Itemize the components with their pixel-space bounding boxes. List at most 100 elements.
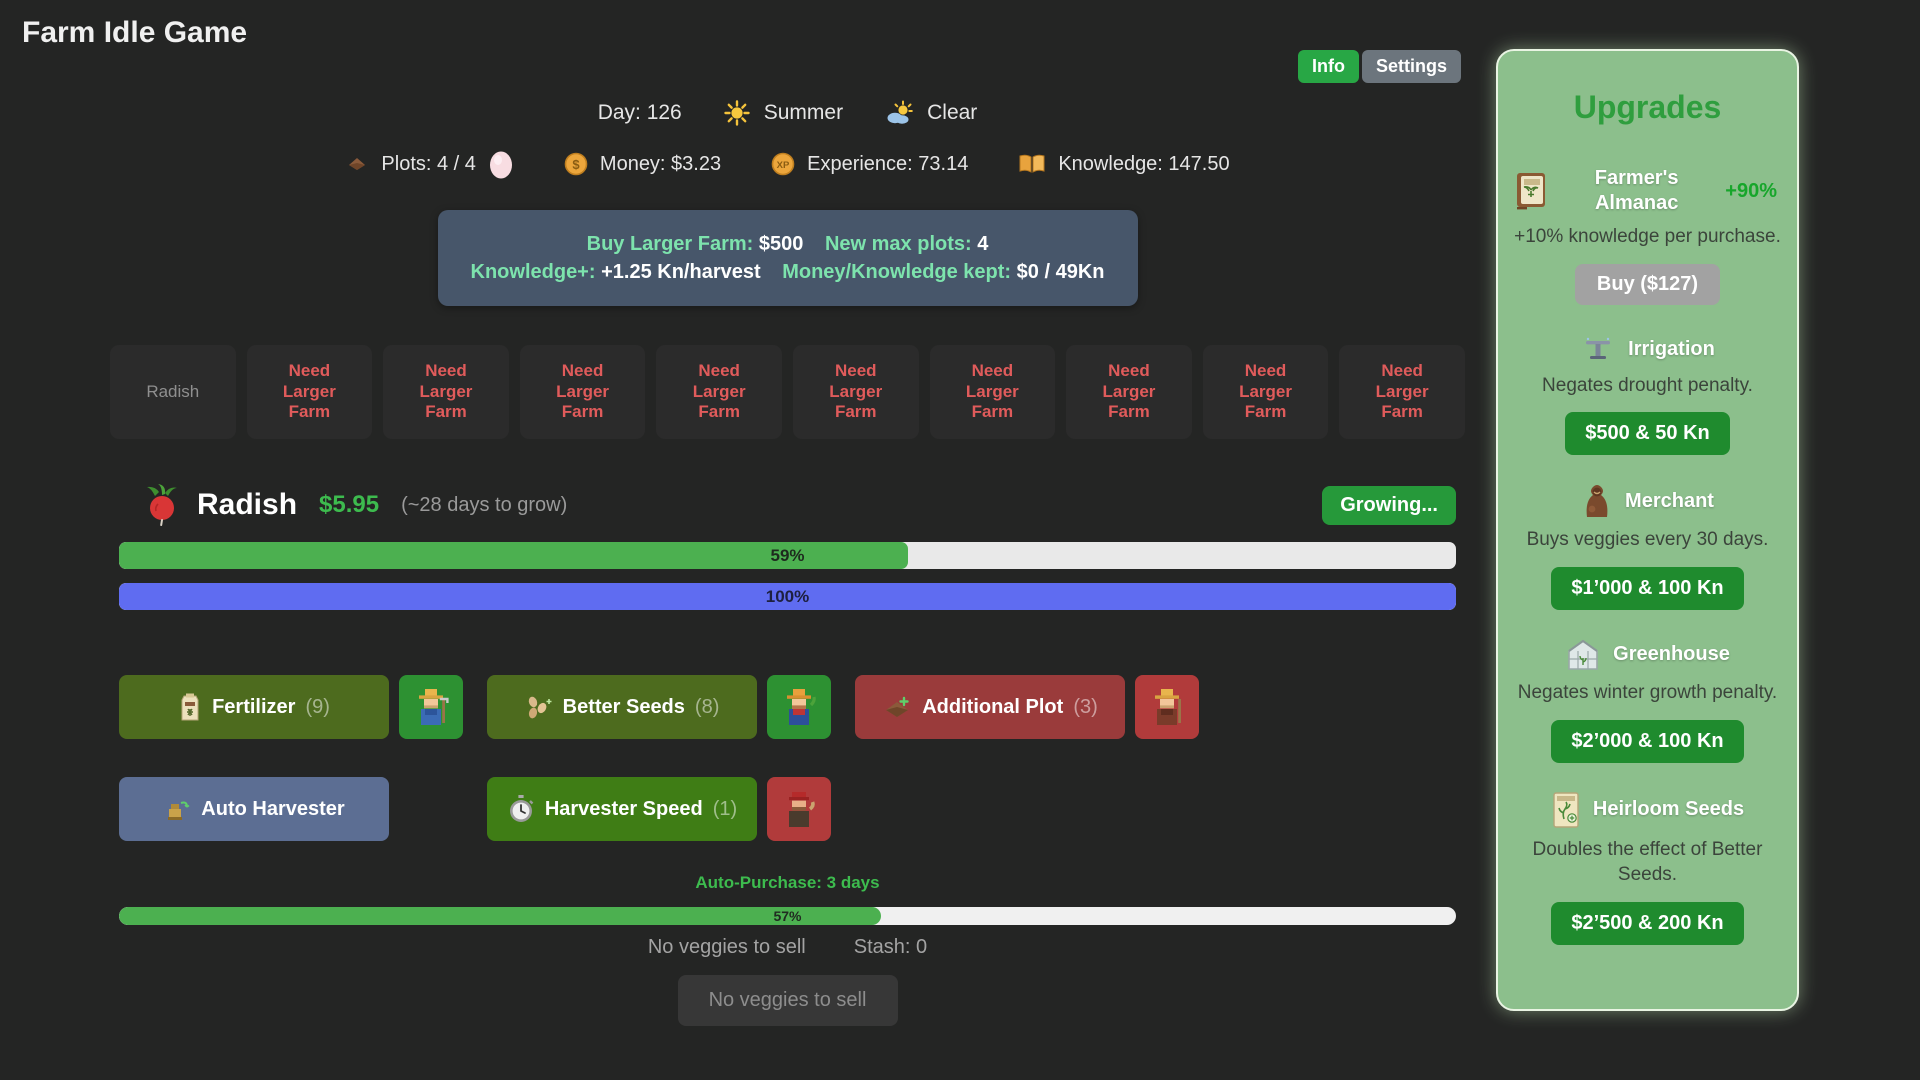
offer-label: Money/Knowledge kept: [782, 261, 1011, 283]
water-progress-bar: 100% [119, 583, 1456, 610]
seed-packet-icon [1551, 791, 1581, 829]
upgrade-description: Negates winter growth penalty. [1514, 680, 1781, 706]
tab-plot-locked[interactable]: Need Larger Farm [1066, 345, 1192, 439]
upgrade-name: Greenhouse [1613, 643, 1730, 666]
additional-plot-button[interactable]: Additional Plot (3) [855, 675, 1125, 739]
upgrade-name: Heirloom Seeds [1593, 798, 1744, 821]
fertilizer-auto-farmer-button[interactable] [399, 675, 463, 739]
auto-purchase-progress-label: 57% [119, 907, 1456, 925]
additional-plot-count: (3) [1073, 696, 1097, 719]
experience-stat: Experience: 73.14 [807, 153, 968, 176]
day-counter: Day: 126 [598, 101, 682, 125]
crop-header: Radish $5.95 (~28 days to grow) Growing.… [119, 484, 1456, 526]
offer-line-2: Knowledge+: +1.25 Kn/harvest Money/Knowl… [463, 261, 1113, 284]
fertilizer-button[interactable]: Fertilizer (9) [119, 675, 389, 739]
no-veggies-status: No veggies to sell [648, 936, 806, 959]
growth-progress-label: 59% [119, 542, 1456, 569]
upgrade-bonus: +90% [1725, 180, 1777, 203]
svg-text:$: $ [572, 157, 580, 172]
offer-value: $0 / 49Kn [1017, 261, 1105, 283]
tab-plot-locked[interactable]: Need Larger Farm [1203, 345, 1329, 439]
water-progress-label: 100% [119, 583, 1456, 610]
tab-plot-locked[interactable]: Need Larger Farm [656, 345, 782, 439]
stash-count: Stash: 0 [854, 936, 927, 959]
sprinkler-icon [1580, 335, 1616, 365]
buy-greenhouse-button[interactable]: $2’000 & 100 Kn [1551, 720, 1743, 763]
sell-veggies-button[interactable]: No veggies to sell [678, 975, 898, 1026]
money-stat: Money: $3.23 [600, 153, 721, 176]
auto-harvester-button[interactable]: Auto Harvester [119, 777, 389, 841]
offer-label: New max plots: [825, 233, 972, 255]
offer-value: 4 [977, 233, 988, 255]
svg-text:XP: XP [777, 160, 790, 171]
farmer-icon [1149, 687, 1185, 727]
plot-icon [345, 155, 369, 173]
merchant-icon [1581, 483, 1613, 519]
radish-icon [145, 484, 179, 526]
farmer-icon [413, 687, 449, 727]
additional-plot-label: Additional Plot [922, 696, 1063, 719]
harvester-speed-button[interactable]: Harvester Speed (1) [487, 777, 757, 841]
status-row: Day: 126 Summer Clear [119, 100, 1456, 126]
additional-plot-auto-farmer-button[interactable] [1135, 675, 1199, 739]
auto-purchase-label: Auto-Purchase: 3 days [119, 873, 1456, 893]
tab-plot-locked[interactable]: Need Larger Farm [247, 345, 373, 439]
stopwatch-icon [507, 794, 535, 824]
sun-icon [724, 100, 750, 126]
harvester-speed-auto-farmer-button[interactable] [767, 777, 831, 841]
upgrade-heirloom-seeds: Heirloom Seeds [1514, 791, 1781, 829]
farmer-icon [781, 789, 817, 829]
main-column: Day: 126 Summer Clear Plots: 4 / 4 $ [119, 0, 1456, 1026]
actions-row-1: Fertilizer (9) Better Seeds (8) [119, 675, 1456, 739]
stats-row: Plots: 4 / 4 $ Money: $3.23 XP Experienc… [119, 148, 1456, 180]
plot-plus-icon [882, 694, 912, 720]
buy-almanac-button[interactable]: Buy ($127) [1575, 264, 1720, 305]
tab-plot-locked[interactable]: Need Larger Farm [793, 345, 919, 439]
upgrade-name: Irrigation [1628, 338, 1715, 361]
upgrade-farmers-almanac: Farmer's Almanac +90% [1514, 166, 1781, 216]
upgrade-name: Merchant [1625, 490, 1714, 513]
harvester-speed-count: (1) [713, 798, 737, 821]
egg-icon [488, 148, 514, 180]
growth-progress-bar: 59% [119, 542, 1456, 569]
offer-value: +1.25 Kn/harvest [601, 261, 761, 283]
better-seeds-label: Better Seeds [563, 696, 685, 719]
upgrades-panel: Upgrades Farmer's Almanac +90% +10% know… [1496, 49, 1799, 1011]
better-seeds-auto-farmer-button[interactable] [767, 675, 831, 739]
actions-row-2: Auto Harvester Harvester Speed (1) [119, 777, 1456, 841]
offer-value: $500 [759, 233, 804, 255]
tab-plot-locked[interactable]: Need Larger Farm [383, 345, 509, 439]
farmer-icon [781, 687, 817, 727]
tab-plot-locked[interactable]: Need Larger Farm [1339, 345, 1465, 439]
buy-larger-farm-panel[interactable]: Buy Larger Farm: $500 New max plots: 4 K… [438, 210, 1138, 306]
crop-name: Radish [197, 488, 297, 522]
fertilizer-count: (9) [305, 696, 329, 719]
buy-merchant-button[interactable]: $1’000 & 100 Kn [1551, 567, 1743, 610]
upgrade-description: Buys veggies every 30 days. [1514, 527, 1781, 553]
better-seeds-button[interactable]: Better Seeds (8) [487, 675, 757, 739]
crop-grow-note: (~28 days to grow) [401, 494, 567, 517]
auto-purchase-progress-bar: 57% [119, 907, 1456, 925]
buy-irrigation-button[interactable]: $500 & 50 Kn [1565, 412, 1730, 455]
fertilizer-icon [178, 692, 202, 722]
crop-price: $5.95 [319, 491, 379, 519]
growing-status-button[interactable]: Growing... [1322, 486, 1456, 525]
buy-heirloom-seeds-button[interactable]: $2’500 & 200 Kn [1551, 902, 1743, 945]
harvester-icon [163, 795, 191, 823]
upgrade-greenhouse: Greenhouse [1514, 638, 1781, 672]
upgrade-irrigation: Irrigation [1514, 335, 1781, 365]
auto-harvester-label: Auto Harvester [201, 798, 344, 821]
better-seeds-count: (8) [695, 696, 719, 719]
fertilizer-label: Fertilizer [212, 696, 295, 719]
tab-plot-locked[interactable]: Need Larger Farm [520, 345, 646, 439]
market-status-row: No veggies to sell Stash: 0 [119, 936, 1456, 959]
offer-label: Buy Larger Farm: [587, 233, 754, 255]
tab-plot-radish[interactable]: Radish [110, 345, 236, 439]
knowledge-stat: Knowledge: 147.50 [1058, 153, 1229, 176]
upgrades-title: Upgrades [1514, 89, 1781, 126]
farm-idle-game-screen: Farm Idle Game Info Settings Day: 126 Su… [0, 0, 1920, 1080]
tab-plot-locked[interactable]: Need Larger Farm [930, 345, 1056, 439]
almanac-icon [1514, 171, 1548, 211]
weather-label: Clear [927, 101, 977, 125]
plots-stat: Plots: 4 / 4 [381, 153, 476, 176]
